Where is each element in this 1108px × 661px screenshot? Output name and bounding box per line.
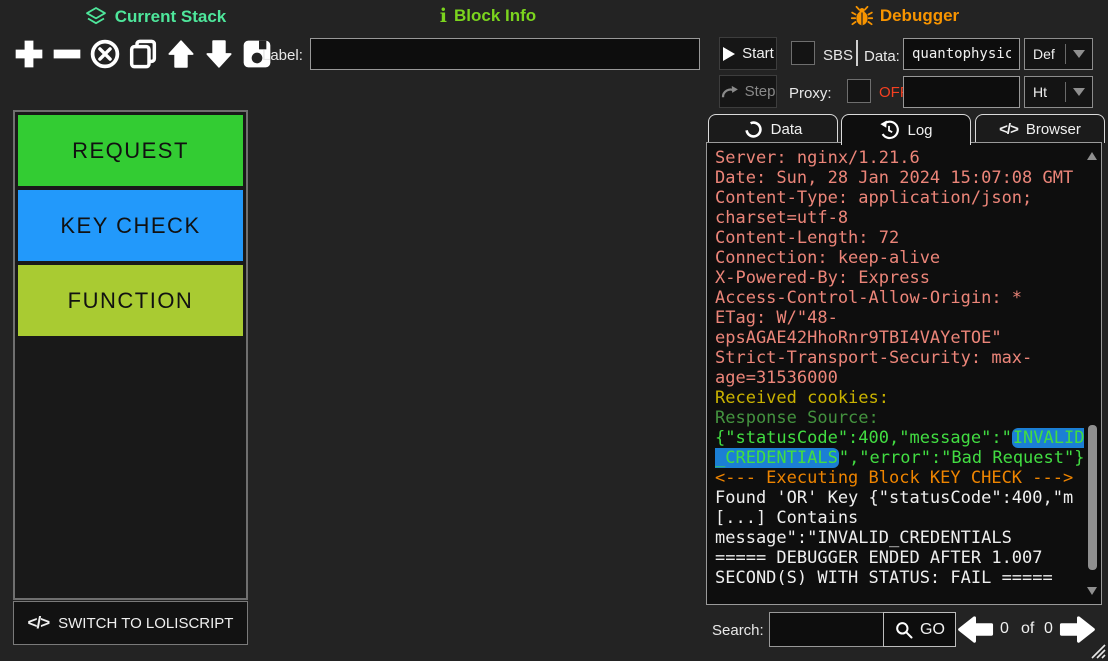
log-line: message":"INVALID_CREDENTIALS <box>715 528 1087 548</box>
debugger-header: Debugger <box>845 5 965 27</box>
minus-icon <box>51 38 83 70</box>
current-stack-title: Current Stack <box>115 7 226 27</box>
search-match-total: 0 <box>1044 620 1053 638</box>
wordlist-type-value: Def <box>1025 46 1065 62</box>
current-stack-header: Current Stack <box>60 5 250 29</box>
block-label-input[interactable] <box>310 38 700 70</box>
search-input[interactable] <box>769 612 884 647</box>
layers-icon <box>84 5 108 29</box>
data-input[interactable] <box>903 38 1020 70</box>
proxy-checkbox[interactable] <box>847 79 871 103</box>
scroll-up-icon[interactable] <box>1087 152 1097 160</box>
tab-data[interactable]: Data <box>708 114 838 143</box>
stack-toolbar <box>12 37 274 71</box>
scrollbar-thumb[interactable] <box>1088 425 1097 570</box>
debugger-log: Server: nginx/1.21.6Date: Sun, 28 Jan 20… <box>706 142 1102 605</box>
sbs-label: SBS <box>823 47 853 64</box>
code-icon: </> <box>28 613 50 633</box>
tab-data-label: Data <box>771 121 803 138</box>
log-tab-icon <box>879 120 899 140</box>
step-label: Step <box>745 83 776 100</box>
search-caption: Search: <box>712 622 764 639</box>
clear-stack-button[interactable] <box>88 37 122 71</box>
circle-x-icon <box>89 38 121 70</box>
remove-block-button[interactable] <box>50 37 84 71</box>
go-label: GO <box>920 621 945 639</box>
step-button[interactable]: Step <box>719 75 777 108</box>
log-line: Connection: keep-alive <box>715 248 1087 268</box>
log-line: X-Powered-By: Express <box>715 268 1087 288</box>
stack-panel: REQUESTKEY CHECKFUNCTION <box>13 110 248 600</box>
log-line: Found 'OR' Key {"statusCode":400,"m <box>715 488 1087 508</box>
log-line: Content-Length: 72 <box>715 228 1087 248</box>
stack-block-request[interactable]: REQUEST <box>18 115 243 186</box>
start-button[interactable]: Start <box>719 37 777 70</box>
log-content: Server: nginx/1.21.6Date: Sun, 28 Jan 20… <box>715 148 1087 588</box>
arrow-down-icon <box>205 38 233 70</box>
debugger-title: Debugger <box>880 6 959 26</box>
log-line: Content-Type: application/json; charset=… <box>715 188 1087 228</box>
stacker-window: Current Stack i Block Info Debugger <box>0 0 1108 661</box>
chevron-down-icon <box>1073 88 1085 96</box>
log-line: {"statusCode":400,"message":"INVALID_CRE… <box>715 428 1087 468</box>
add-block-button[interactable] <box>12 37 46 71</box>
log-line: Received cookies: <box>715 388 1087 408</box>
log-scrollbar[interactable] <box>1085 144 1100 603</box>
bug-icon <box>851 5 873 27</box>
controls-divider <box>856 40 858 66</box>
move-down-button[interactable] <box>202 37 236 71</box>
resize-grip[interactable] <box>1091 644 1106 659</box>
log-line: Server: nginx/1.21.6 <box>715 148 1087 168</box>
search-match-current: 0 <box>1000 620 1009 638</box>
combo-divider <box>1065 82 1066 102</box>
combo-divider <box>1065 44 1066 64</box>
wordlist-type-select[interactable]: Def <box>1024 38 1093 70</box>
tab-log[interactable]: Log <box>841 114 971 145</box>
tab-browser[interactable]: </> Browser <box>975 114 1105 143</box>
start-label: Start <box>742 45 774 62</box>
label-caption: Label: <box>262 47 303 64</box>
data-tab-icon <box>744 120 763 139</box>
stack-block-function[interactable]: FUNCTION <box>18 265 243 336</box>
proxy-caption: Proxy: <box>789 85 832 102</box>
proxy-input[interactable] <box>903 76 1020 108</box>
browser-tab-icon: </> <box>999 121 1018 138</box>
block-info-title: Block Info <box>454 6 536 26</box>
plus-icon <box>13 38 45 70</box>
proxy-type-value: Ht <box>1025 84 1065 100</box>
log-line: [...] Contains <box>715 508 1087 528</box>
tab-browser-label: Browser <box>1026 121 1081 138</box>
log-line: ETag: W/"48-epsAGAE42HhoRnr9TBI4VAYeTOE" <box>715 308 1087 348</box>
switch-to-loliscript-button[interactable]: </> SWITCH TO LOLISCRIPT <box>13 601 248 645</box>
arrow-up-icon <box>167 38 195 70</box>
search-go-button[interactable]: GO <box>883 612 956 647</box>
clone-icon <box>127 38 159 70</box>
scroll-down-icon[interactable] <box>1087 587 1097 595</box>
switch-label: SWITCH TO LOLISCRIPT <box>58 615 233 632</box>
proxy-type-select[interactable]: Ht <box>1024 76 1093 108</box>
data-caption: Data: <box>864 48 900 65</box>
sbs-checkbox[interactable] <box>791 41 815 65</box>
move-up-button[interactable] <box>164 37 198 71</box>
log-line: Access-Control-Allow-Origin: * <box>715 288 1087 308</box>
search-prev-button[interactable] <box>957 614 995 645</box>
log-line: <--- Executing Block KEY CHECK ---> <box>715 468 1087 488</box>
search-next-button[interactable] <box>1058 614 1096 645</box>
log-line: Date: Sun, 28 Jan 2024 15:07:08 GMT <box>715 168 1087 188</box>
log-line: ===== DEBUGGER ENDED AFTER 1.007 SECOND(… <box>715 548 1087 588</box>
info-icon: i <box>440 5 447 27</box>
tab-log-label: Log <box>907 122 932 139</box>
step-icon <box>721 85 739 99</box>
clone-block-button[interactable] <box>126 37 160 71</box>
log-line: Strict-Transport-Security: max-age=31536… <box>715 348 1087 388</box>
log-line: Response Source: <box>715 408 1087 428</box>
search-icon <box>894 620 914 640</box>
play-icon <box>722 46 736 62</box>
chevron-down-icon <box>1073 50 1085 58</box>
block-info-header: i Block Info <box>408 5 568 27</box>
search-match-of: of <box>1021 620 1034 638</box>
stack-block-key-check[interactable]: KEY CHECK <box>18 190 243 261</box>
